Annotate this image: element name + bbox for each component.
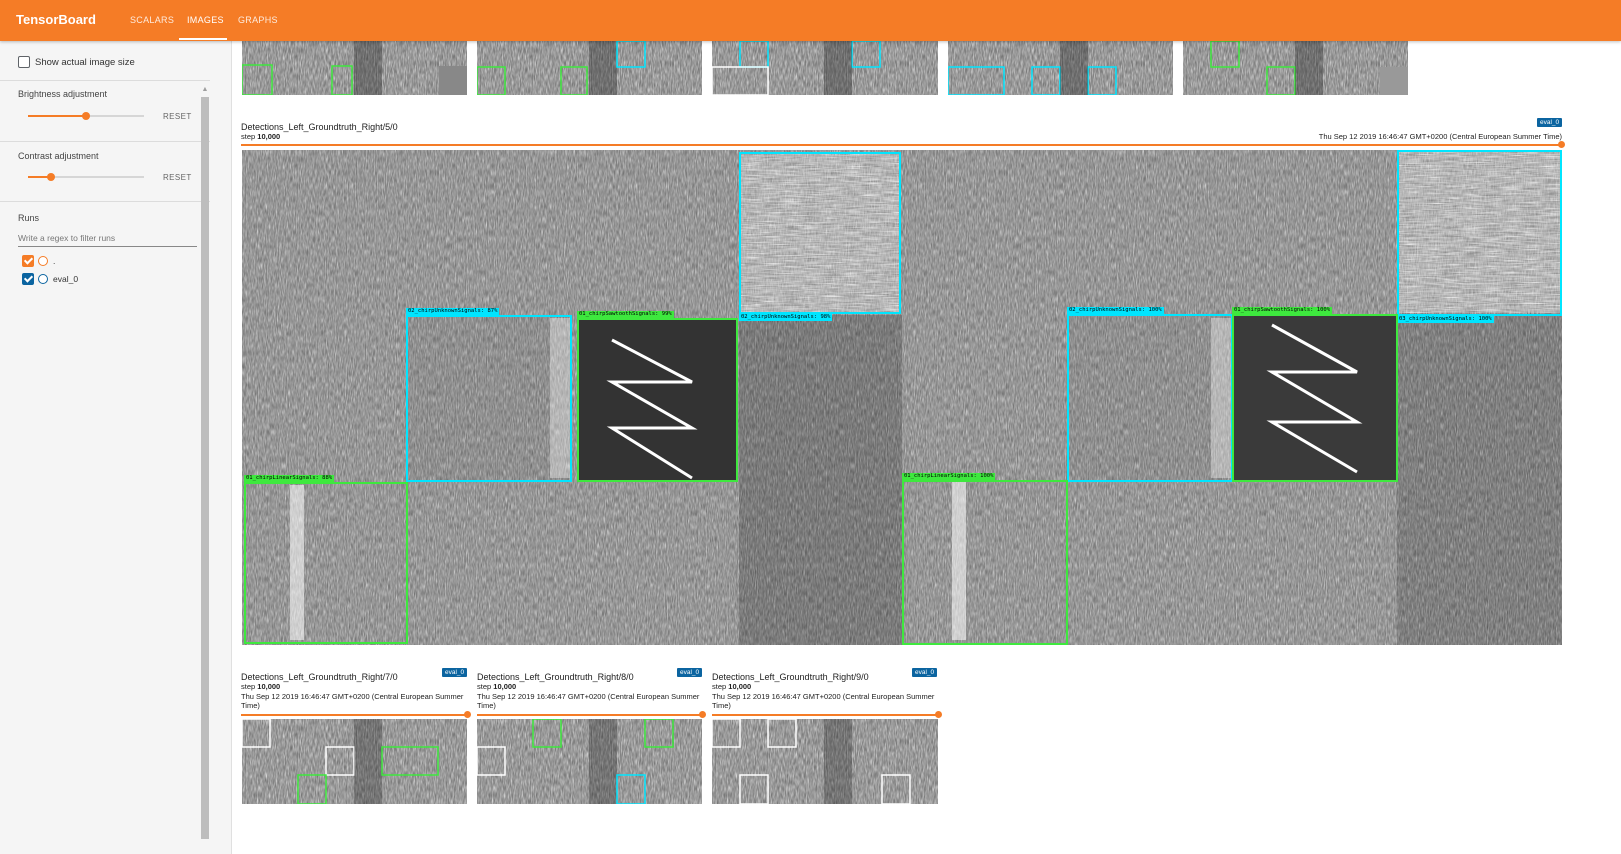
run-label-dot: . xyxy=(53,256,56,266)
run-badge: eval_0 xyxy=(1537,118,1563,127)
sidebar-scrollbar-thumb[interactable] xyxy=(201,97,209,839)
run-checkbox-dot[interactable] xyxy=(22,255,34,267)
image-thumbnail[interactable] xyxy=(242,41,467,95)
step-slider-track[interactable] xyxy=(712,714,938,716)
detection-box xyxy=(739,152,901,314)
step-prefix: step xyxy=(241,682,256,691)
run-filter-input[interactable] xyxy=(18,230,197,247)
run-badge: eval_0 xyxy=(677,668,703,677)
groundtruth-label: 01_chirpSawtoothSignals: 100% xyxy=(1232,307,1333,314)
detection-box xyxy=(406,315,572,482)
tab-images[interactable]: IMAGES xyxy=(187,15,224,25)
step-prefix: step xyxy=(712,682,727,691)
run-color-radio-eval[interactable] xyxy=(38,274,48,284)
contrast-label: Contrast adjustment xyxy=(18,151,99,161)
detection-image[interactable]: 02_chirpUnknownSignals: 98% 03_chirpUnkn… xyxy=(242,150,1562,645)
tab-scalars[interactable]: SCALARS xyxy=(130,15,174,25)
step-value: 10,000 xyxy=(257,132,281,141)
run-badge: eval_0 xyxy=(442,668,468,677)
contrast-reset-button[interactable]: RESET xyxy=(163,173,192,182)
step-slider-track[interactable] xyxy=(477,714,702,716)
card-timestamp: Thu Sep 12 2019 16:46:47 GMT+0200 (Centr… xyxy=(477,692,700,710)
brightness-reset-button[interactable]: RESET xyxy=(163,112,192,121)
groundtruth-label: 01_chirpSawtoothSignals: 99% xyxy=(577,311,674,318)
card-title: Detections_Left_Groundtruth_Right/8/0 xyxy=(477,672,634,682)
card-timestamp: Thu Sep 12 2019 16:46:47 GMT+0200 (Centr… xyxy=(1318,132,1562,141)
card-step: step 10,000 xyxy=(241,132,280,141)
detection-label: 02_chirpUnknownSignals: 87% xyxy=(406,308,500,315)
brightness-slider-knob[interactable] xyxy=(82,112,90,120)
image-thumbnail[interactable] xyxy=(1183,41,1408,95)
active-tab-indicator xyxy=(179,38,227,40)
step-prefix: step xyxy=(477,682,492,691)
run-badge: eval_0 xyxy=(912,668,938,677)
image-thumbnail[interactable] xyxy=(477,41,702,95)
step-value: 10,000 xyxy=(728,682,752,691)
groundtruth-box xyxy=(902,480,1068,645)
run-color-radio-dot[interactable] xyxy=(38,256,48,266)
groundtruth-label: 01_chirpLinearSignals: 100% xyxy=(902,473,996,480)
brightness-label: Brightness adjustment xyxy=(18,89,108,99)
app-title: TensorBoard xyxy=(16,12,96,27)
step-slider-knob[interactable] xyxy=(699,711,706,718)
divider xyxy=(0,80,210,81)
groundtruth-box xyxy=(577,318,738,482)
brightness-slider-fill xyxy=(28,115,86,117)
detection-label: 02_chirpUnknownSignals: 98% xyxy=(739,314,833,321)
divider xyxy=(0,201,210,202)
top-app-bar: TensorBoard SCALARS IMAGES GRAPHS xyxy=(0,0,1621,41)
run-checkbox-eval[interactable] xyxy=(22,273,34,285)
scroll-up-arrow-icon[interactable]: ▲ xyxy=(201,86,209,94)
image-thumbnail[interactable] xyxy=(712,719,938,804)
card-title: Detections_Left_Groundtruth_Right/5/0 xyxy=(241,122,398,132)
card-step: step 10,000 xyxy=(712,682,751,691)
tab-graphs[interactable]: GRAPHS xyxy=(238,15,278,25)
detection-label: 03_chirpUnknownSignals: 100% xyxy=(1397,316,1494,323)
card-step: step 10,000 xyxy=(241,682,280,691)
card-title: Detections_Left_Groundtruth_Right/9/0 xyxy=(712,672,869,682)
show-actual-size-checkbox[interactable] xyxy=(18,56,30,68)
step-slider-knob[interactable] xyxy=(1558,141,1565,148)
step-slider-track[interactable] xyxy=(241,144,1562,146)
image-thumbnail[interactable] xyxy=(712,41,938,95)
contrast-slider-knob[interactable] xyxy=(47,173,55,181)
step-prefix: step xyxy=(241,132,256,141)
image-thumbnail[interactable] xyxy=(242,719,467,804)
image-thumbnail[interactable] xyxy=(477,719,702,804)
step-slider-knob[interactable] xyxy=(935,711,942,718)
card-title: Detections_Left_Groundtruth_Right/7/0 xyxy=(241,672,398,682)
show-actual-size-label: Show actual image size xyxy=(35,57,135,68)
detection-label: 02_chirpUnknownSignals: 100% xyxy=(1067,307,1164,314)
step-slider-knob[interactable] xyxy=(464,711,471,718)
runs-heading: Runs xyxy=(18,213,40,223)
step-value: 10,000 xyxy=(493,682,517,691)
card-timestamp: Thu Sep 12 2019 16:46:47 GMT+0200 (Centr… xyxy=(712,692,935,710)
detection-box xyxy=(1397,150,1562,316)
step-slider-track[interactable] xyxy=(241,714,467,716)
card-step: step 10,000 xyxy=(477,682,516,691)
groundtruth-box xyxy=(244,482,408,644)
groundtruth-box xyxy=(1232,314,1398,482)
card-timestamp: Thu Sep 12 2019 16:46:47 GMT+0200 (Centr… xyxy=(241,692,464,710)
run-label-eval: eval_0 xyxy=(53,274,79,284)
groundtruth-label: 01_chirpLinearSignals: 88% xyxy=(244,475,335,482)
divider xyxy=(0,141,210,142)
sidebar: Show actual image size Brightness adjust… xyxy=(0,41,232,854)
step-value: 10,000 xyxy=(257,682,281,691)
image-thumbnail[interactable] xyxy=(948,41,1173,95)
detection-box xyxy=(1067,314,1233,482)
